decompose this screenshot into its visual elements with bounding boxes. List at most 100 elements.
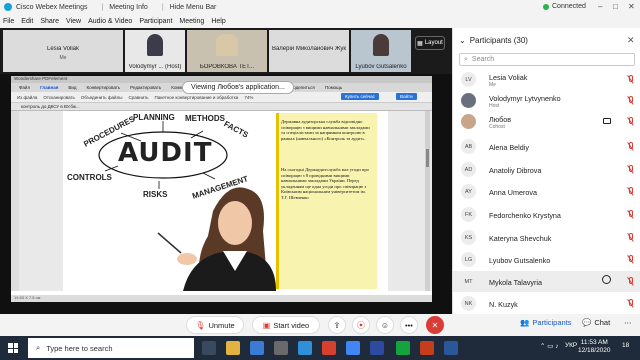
pdf-menu-item[interactable]: Вид xyxy=(68,85,76,90)
video-tile[interactable]: Lyubov Gutsalenko xyxy=(351,30,411,72)
participant-row[interactable]: NK N. Kuzyk xyxy=(453,293,640,314)
mic-muted-icon[interactable] xyxy=(629,210,633,217)
record-button[interactable]: ⦿ xyxy=(352,316,370,334)
chrome-icon[interactable] xyxy=(346,341,360,355)
chat-tab-label: Chat xyxy=(594,318,611,327)
pdfelement-icon[interactable] xyxy=(420,341,434,355)
start-video-button[interactable]: ▣ Start video xyxy=(252,316,320,334)
menu-view[interactable]: View xyxy=(66,18,81,25)
pdf-menu-item[interactable]: Главная xyxy=(40,85,58,90)
pdf-tool[interactable]: Из файла xyxy=(17,95,37,100)
participant-row[interactable]: AY Anna Umerova xyxy=(453,181,640,202)
maximize-button[interactable]: □ xyxy=(613,2,618,11)
windows-start-icon[interactable] xyxy=(8,343,18,353)
pdf-menu-item[interactable]: Помощь xyxy=(325,85,342,90)
edge-icon[interactable] xyxy=(298,341,312,355)
pdf-scroll-thumb[interactable] xyxy=(426,149,429,167)
mic-muted-icon[interactable] xyxy=(629,165,633,172)
app-icon[interactable] xyxy=(274,341,288,355)
pdf-buy-button[interactable]: Купить сейчас xyxy=(341,93,379,100)
participant-row[interactable]: AD Anatoliy Dibrova xyxy=(453,159,640,180)
collapse-icon[interactable]: ⌄ xyxy=(459,36,466,45)
app-icon[interactable] xyxy=(370,341,384,355)
participant-row[interactable]: AB Alena Beldiy xyxy=(453,136,640,157)
menu-help[interactable]: Help xyxy=(211,18,225,25)
close-window-button[interactable]: ✕ xyxy=(628,2,635,11)
mic-muted-icon[interactable] xyxy=(629,233,633,240)
pdf-document-tab[interactable]: контроль до ДКСУ в ВУ.бж... xyxy=(11,103,432,111)
taskbar-search-input[interactable]: ⌕ Type here to search xyxy=(28,338,194,358)
opera-icon[interactable] xyxy=(322,341,336,355)
participant-row[interactable]: Любов Cohost xyxy=(453,111,640,132)
mic-muted-icon[interactable] xyxy=(629,277,633,284)
pdf-menu-item[interactable]: Редактировать xyxy=(130,85,161,90)
meeting-info-button[interactable]: Meeting Info xyxy=(109,4,148,11)
close-icon: ✕ xyxy=(431,320,439,330)
pdf-login-button[interactable]: Войти xyxy=(396,93,417,100)
video-tile[interactable]: Me Lesia Voliak xyxy=(3,30,123,72)
pdf-scrollbar[interactable] xyxy=(425,111,430,291)
menu-share[interactable]: Share xyxy=(40,18,59,25)
file-explorer-icon[interactable] xyxy=(226,341,240,355)
video-tile[interactable]: БОРОВКОВА ТЕТ... xyxy=(187,30,267,72)
pdf-sidebar[interactable] xyxy=(11,111,19,291)
mic-muted-icon[interactable] xyxy=(629,142,633,149)
participant-name: Lyubov Gutsalenko xyxy=(489,256,551,265)
mail-icon[interactable] xyxy=(250,341,264,355)
task-view-icon[interactable] xyxy=(202,341,216,355)
pdf-tool[interactable]: Сравнить xyxy=(128,95,148,100)
menu-audio-video[interactable]: Audio & Video xyxy=(88,18,132,25)
panel-more-button[interactable]: ⋯ xyxy=(624,318,632,327)
participant-row[interactable]: LG Lyubov Gutsalenko xyxy=(453,249,640,270)
start-video-label: Start video xyxy=(273,320,310,330)
participant-row[interactable]: LV Lesia Voliak Me xyxy=(453,69,640,90)
pdf-zoom[interactable]: 74% xyxy=(244,95,253,100)
mic-muted-icon[interactable] xyxy=(629,187,633,194)
language-indicator[interactable]: УКР xyxy=(565,342,577,349)
unmute-button[interactable]: 🎙 Unmute xyxy=(186,316,244,334)
pdf-menu-item[interactable]: Файл xyxy=(19,85,30,90)
webex-taskbar-icon[interactable] xyxy=(396,341,410,355)
participant-row[interactable]: FK Fedorchenko Krystyna xyxy=(453,204,640,225)
menu-edit[interactable]: Edit xyxy=(21,18,33,25)
more-options-button[interactable]: ••• xyxy=(400,316,418,334)
tray-icons[interactable]: ⌃ ▭ ♪ xyxy=(540,342,558,350)
close-panel-icon[interactable]: ✕ xyxy=(627,35,635,46)
tile-sub: Me xyxy=(59,55,67,61)
participant-row[interactable]: MT Mykola Talavyria xyxy=(453,271,640,292)
share-button[interactable]: ⇪ xyxy=(328,316,346,334)
leave-meeting-button[interactable]: ✕ xyxy=(426,316,444,334)
chat-bubble-icon[interactable] xyxy=(602,275,611,284)
participants-tab-label: Participants xyxy=(532,318,572,327)
avatar: AY xyxy=(461,184,476,199)
minimize-button[interactable]: – xyxy=(598,2,602,11)
mic-muted-icon[interactable] xyxy=(629,117,633,124)
pdf-tool[interactable]: Объединить файлы xyxy=(81,95,123,100)
mic-muted-icon[interactable] xyxy=(629,255,633,262)
pdf-tool[interactable]: Пакетное конвертирование и обработка xyxy=(155,95,239,100)
participant-row[interactable]: KS Kateryna Shevchuk xyxy=(453,227,640,248)
taskbar-clock[interactable]: 11:53 AM 12/18/2020 xyxy=(578,339,611,355)
reactions-button[interactable]: ☺ xyxy=(376,316,394,334)
menu-participant[interactable]: Participant xyxy=(139,18,172,25)
pdf-menu-item[interactable]: Конвертировать xyxy=(87,85,121,90)
viewing-banner[interactable]: Viewing Любов's application... xyxy=(182,81,294,94)
word-icon[interactable] xyxy=(444,341,458,355)
mic-muted-icon[interactable] xyxy=(629,75,633,82)
notification-count[interactable]: 18 xyxy=(622,342,629,349)
mic-muted-icon[interactable] xyxy=(629,299,633,306)
menu-file[interactable]: File xyxy=(3,18,14,25)
participants-tab-button[interactable]: 👥 Participants xyxy=(520,318,572,327)
shared-pdf-window[interactable]: Wondershare PDFelement Файл Главная Вид … xyxy=(11,76,432,302)
layout-button[interactable]: ▦ Layout xyxy=(415,36,445,50)
camera-icon[interactable] xyxy=(603,118,611,124)
video-tile[interactable]: Валерій Миколайович Жук xyxy=(269,30,349,72)
participant-search-input[interactable]: ⌕ Search xyxy=(459,53,635,66)
video-tile[interactable]: Volodymyr ... (Host) xyxy=(125,30,185,72)
hide-menu-bar-button[interactable]: Hide Menu Bar xyxy=(170,4,217,11)
participant-row[interactable]: Volodymyr Lytvynenko Host xyxy=(453,90,640,111)
chat-tab-button[interactable]: 💬 Chat xyxy=(582,318,610,327)
mic-muted-icon[interactable] xyxy=(629,96,633,103)
menu-meeting[interactable]: Meeting xyxy=(179,18,204,25)
pdf-tool[interactable]: Отсканировать xyxy=(43,95,75,100)
